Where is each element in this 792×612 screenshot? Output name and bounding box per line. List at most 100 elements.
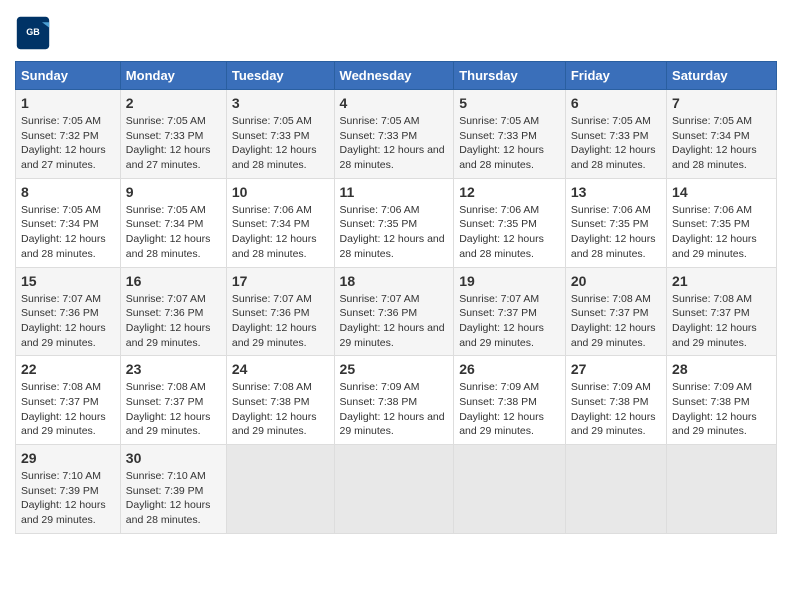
calendar-cell <box>454 445 566 534</box>
calendar-week-4: 22 Sunrise: 7:08 AMSunset: 7:37 PMDayligh… <box>16 356 777 445</box>
calendar-cell: 14 Sunrise: 7:06 AMSunset: 7:35 PMDayligh… <box>667 178 777 267</box>
calendar-cell: 5 Sunrise: 7:05 AMSunset: 7:33 PMDaylight… <box>454 90 566 179</box>
day-number: 18 <box>340 273 449 289</box>
day-number: 9 <box>126 184 221 200</box>
day-number: 4 <box>340 95 449 111</box>
day-number: 7 <box>672 95 771 111</box>
day-number: 5 <box>459 95 560 111</box>
calendar-cell: 7 Sunrise: 7:05 AMSunset: 7:34 PMDaylight… <box>667 90 777 179</box>
day-info: Sunrise: 7:06 AMSunset: 7:35 PMDaylight:… <box>340 203 449 262</box>
calendar-cell: 23 Sunrise: 7:08 AMSunset: 7:37 PMDayligh… <box>120 356 226 445</box>
day-number: 27 <box>571 361 661 377</box>
day-info: Sunrise: 7:10 AMSunset: 7:39 PMDaylight:… <box>126 469 221 528</box>
day-info: Sunrise: 7:08 AMSunset: 7:37 PMDaylight:… <box>126 380 221 439</box>
day-number: 19 <box>459 273 560 289</box>
day-info: Sunrise: 7:08 AMSunset: 7:38 PMDaylight:… <box>232 380 329 439</box>
calendar-cell: 16Sunrise: 7:07 AMSunset: 7:36 PMDayligh… <box>120 267 226 356</box>
calendar-cell <box>226 445 334 534</box>
day-info: Sunrise: 7:05 AMSunset: 7:34 PMDaylight:… <box>21 203 115 262</box>
day-number: 20 <box>571 273 661 289</box>
day-number: 29 <box>21 450 115 466</box>
day-info: Sunrise: 7:07 AMSunset: 7:37 PMDaylight:… <box>459 292 560 351</box>
day-number: 24 <box>232 361 329 377</box>
calendar-cell: 4 Sunrise: 7:05 AMSunset: 7:33 PMDaylight… <box>334 90 454 179</box>
header-saturday: Saturday <box>667 62 777 90</box>
day-info: Sunrise: 7:09 AMSunset: 7:38 PMDaylight:… <box>571 380 661 439</box>
calendar-cell: 1 Sunrise: 7:05 AMSunset: 7:32 PMDaylight… <box>16 90 121 179</box>
day-number: 3 <box>232 95 329 111</box>
header-monday: Monday <box>120 62 226 90</box>
day-info: Sunrise: 7:07 AMSunset: 7:36 PMDaylight:… <box>232 292 329 351</box>
day-number: 15 <box>21 273 115 289</box>
day-info: Sunrise: 7:09 AMSunset: 7:38 PMDaylight:… <box>340 380 449 439</box>
calendar-cell: 29 Sunrise: 7:10 AMSunset: 7:39 PMDayligh… <box>16 445 121 534</box>
day-number: 17 <box>232 273 329 289</box>
calendar-cell: 11 Sunrise: 7:06 AMSunset: 7:35 PMDayligh… <box>334 178 454 267</box>
logo: GB <box>15 15 56 51</box>
day-number: 10 <box>232 184 329 200</box>
calendar-cell: 27 Sunrise: 7:09 AMSunset: 7:38 PMDayligh… <box>565 356 666 445</box>
day-info: Sunrise: 7:09 AMSunset: 7:38 PMDaylight:… <box>459 380 560 439</box>
day-info: Sunrise: 7:05 AMSunset: 7:33 PMDaylight:… <box>340 114 449 173</box>
calendar-cell: 20 Sunrise: 7:08 AMSunset: 7:37 PMDayligh… <box>565 267 666 356</box>
day-info: Sunrise: 7:05 AMSunset: 7:33 PMDaylight:… <box>232 114 329 173</box>
calendar-cell: 22 Sunrise: 7:08 AMSunset: 7:37 PMDayligh… <box>16 356 121 445</box>
day-number: 30 <box>126 450 221 466</box>
day-number: 21 <box>672 273 771 289</box>
header-wednesday: Wednesday <box>334 62 454 90</box>
calendar-week-5: 29 Sunrise: 7:10 AMSunset: 7:39 PMDayligh… <box>16 445 777 534</box>
day-info: Sunrise: 7:06 AMSunset: 7:35 PMDaylight:… <box>672 203 771 262</box>
day-info: Sunrise: 7:07 AMSunset: 7:36 PMDaylight:… <box>126 292 221 351</box>
calendar-cell: 2Sunrise: 7:05 AMSunset: 7:33 PMDaylight… <box>120 90 226 179</box>
header-thursday: Thursday <box>454 62 566 90</box>
header-sunday: Sunday <box>16 62 121 90</box>
day-info: Sunrise: 7:05 AMSunset: 7:34 PMDaylight:… <box>126 203 221 262</box>
calendar-cell: 9 Sunrise: 7:05 AMSunset: 7:34 PMDaylight… <box>120 178 226 267</box>
calendar-cell: 30 Sunrise: 7:10 AMSunset: 7:39 PMDayligh… <box>120 445 226 534</box>
calendar-cell: 19 Sunrise: 7:07 AMSunset: 7:37 PMDayligh… <box>454 267 566 356</box>
calendar-cell: 13Sunrise: 7:06 AMSunset: 7:35 PMDayligh… <box>565 178 666 267</box>
calendar-cell: 8 Sunrise: 7:05 AMSunset: 7:34 PMDaylight… <box>16 178 121 267</box>
calendar-cell: 12 Sunrise: 7:06 AMSunset: 7:35 PMDayligh… <box>454 178 566 267</box>
calendar-cell: 28 Sunrise: 7:09 AMSunset: 7:38 PMDayligh… <box>667 356 777 445</box>
day-info: Sunrise: 7:10 AMSunset: 7:39 PMDaylight:… <box>21 469 115 528</box>
day-number: 2 <box>126 95 221 111</box>
calendar-cell: 18 Sunrise: 7:07 AMSunset: 7:36 PMDayligh… <box>334 267 454 356</box>
day-number: 12 <box>459 184 560 200</box>
day-info: Sunrise: 7:05 AMSunset: 7:34 PMDaylight:… <box>672 114 771 173</box>
day-info: Sunrise: 7:08 AMSunset: 7:37 PMDaylight:… <box>672 292 771 351</box>
calendar-cell <box>334 445 454 534</box>
day-info: Sunrise: 7:07 AMSunset: 7:36 PMDaylight:… <box>340 292 449 351</box>
day-number: 23 <box>126 361 221 377</box>
day-number: 11 <box>340 184 449 200</box>
day-number: 26 <box>459 361 560 377</box>
day-info: Sunrise: 7:06 AMSunset: 7:34 PMDaylight:… <box>232 203 329 262</box>
calendar-cell: 10 Sunrise: 7:06 AMSunset: 7:34 PMDayligh… <box>226 178 334 267</box>
day-info: Sunrise: 7:08 AMSunset: 7:37 PMDaylight:… <box>571 292 661 351</box>
calendar-table: SundayMondayTuesdayWednesdayThursdayFrid… <box>15 61 777 534</box>
header: GB <box>15 15 777 51</box>
day-info: Sunrise: 7:06 AMSunset: 7:35 PMDaylight:… <box>571 203 661 262</box>
day-info: Sunrise: 7:09 AMSunset: 7:38 PMDaylight:… <box>672 380 771 439</box>
calendar-cell: 15 Sunrise: 7:07 AMSunset: 7:36 PMDayligh… <box>16 267 121 356</box>
calendar-week-2: 8 Sunrise: 7:05 AMSunset: 7:34 PMDaylight… <box>16 178 777 267</box>
day-number: 28 <box>672 361 771 377</box>
day-info: Sunrise: 7:07 AMSunset: 7:36 PMDaylight:… <box>21 292 115 351</box>
day-number: 25 <box>340 361 449 377</box>
day-info: Sunrise: 7:06 AMSunset: 7:35 PMDaylight:… <box>459 203 560 262</box>
calendar-cell <box>565 445 666 534</box>
calendar-cell: 3 Sunrise: 7:05 AMSunset: 7:33 PMDaylight… <box>226 90 334 179</box>
header-tuesday: Tuesday <box>226 62 334 90</box>
day-number: 1 <box>21 95 115 111</box>
day-number: 14 <box>672 184 771 200</box>
calendar-cell: 26 Sunrise: 7:09 AMSunset: 7:38 PMDayligh… <box>454 356 566 445</box>
day-number: 6 <box>571 95 661 111</box>
day-info: Sunrise: 7:05 AMSunset: 7:32 PMDaylight:… <box>21 114 115 173</box>
calendar-header-row: SundayMondayTuesdayWednesdayThursdayFrid… <box>16 62 777 90</box>
calendar-cell <box>667 445 777 534</box>
day-info: Sunrise: 7:08 AMSunset: 7:37 PMDaylight:… <box>21 380 115 439</box>
day-number: 22 <box>21 361 115 377</box>
logo-icon: GB <box>15 15 51 51</box>
day-info: Sunrise: 7:05 AMSunset: 7:33 PMDaylight:… <box>459 114 560 173</box>
day-number: 8 <box>21 184 115 200</box>
